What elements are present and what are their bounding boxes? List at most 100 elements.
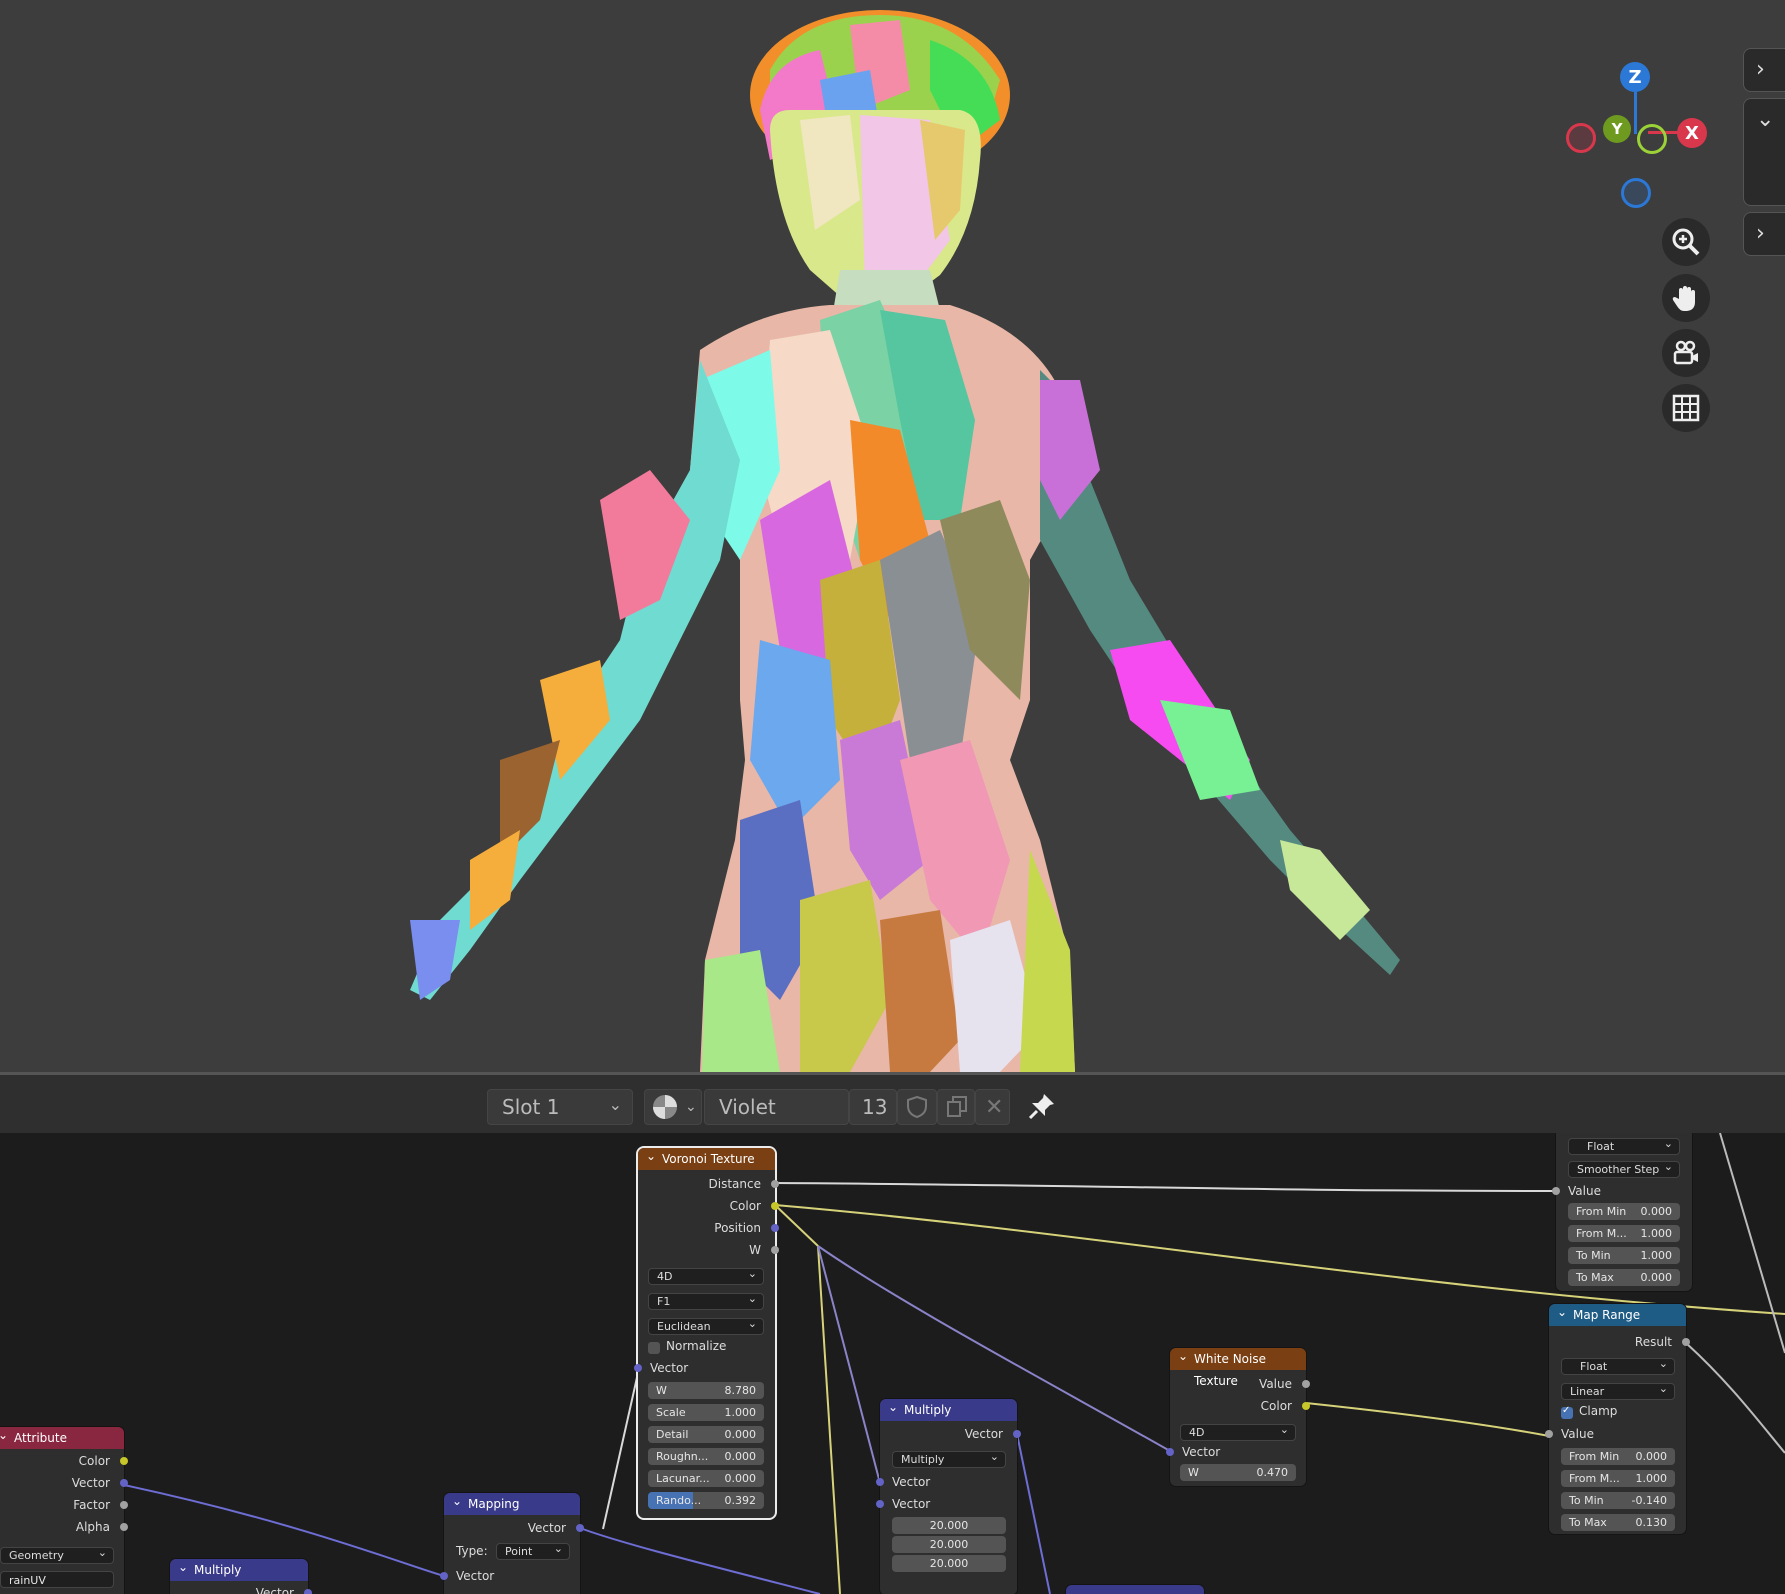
metric-select[interactable]: Euclidean [648, 1316, 764, 1335]
output-socket[interactable] [120, 1479, 128, 1487]
lacunarity-field[interactable]: Lacunar... 0.000 [648, 1470, 764, 1487]
duplicate-icon[interactable] [937, 1089, 975, 1125]
value-output: Value [1170, 1374, 1310, 1394]
output-socket[interactable] [576, 1524, 584, 1532]
material-browse-button[interactable]: ⌄ [644, 1089, 702, 1125]
input-socket[interactable] [876, 1478, 884, 1486]
randomness-field[interactable]: Rando... 0.392 [648, 1492, 764, 1509]
sidebar-tab-collapsed-2[interactable]: › [1743, 212, 1785, 256]
output-socket[interactable] [771, 1246, 779, 1254]
gizmo-neg-x[interactable] [1566, 123, 1596, 153]
to-min-field[interactable]: To Min -0.140 [1561, 1492, 1675, 1509]
from-min-field[interactable]: From Min 0.000 [1568, 1203, 1680, 1220]
to-max-field[interactable]: To Max 0.000 [1568, 1269, 1680, 1286]
y-value-field[interactable]: 20.000 [892, 1536, 1006, 1553]
gizmo-center[interactable] [1637, 124, 1667, 154]
slot-dropdown[interactable]: Slot 1 ⌄ [487, 1089, 633, 1125]
vector-input-row: Vector [440, 1566, 580, 1586]
z-value-field[interactable]: 20.000 [892, 1555, 1006, 1572]
normalize-label: Normalize [666, 1339, 727, 1353]
input-socket[interactable] [1552, 1187, 1560, 1195]
output-socket[interactable] [1302, 1402, 1310, 1410]
grid-icon[interactable] [1662, 384, 1710, 432]
camera-icon[interactable] [1662, 329, 1710, 377]
node-header[interactable] [1066, 1582, 1204, 1594]
gizmo-neg-z[interactable] [1621, 178, 1651, 208]
gizmo-x-axis[interactable]: X [1677, 118, 1707, 148]
gizmo-z-axis[interactable]: Z [1620, 62, 1650, 92]
sidebar-tab-expanded[interactable]: ⌄ [1743, 98, 1785, 206]
vector-output: Vector [880, 1424, 1021, 1444]
fake-user-shield-icon[interactable] [897, 1089, 937, 1125]
dimensions-select[interactable]: 4D [1180, 1422, 1296, 1441]
white-noise-texture-node[interactable]: White Noise Texture Value Color 4D Vecto… [1166, 1345, 1310, 1486]
output-socket[interactable] [771, 1180, 779, 1188]
unlink-close-icon[interactable]: ✕ [975, 1089, 1010, 1125]
mapping-node[interactable]: Mapping Vector Type: Point Vector [440, 1490, 584, 1594]
output-socket[interactable] [1302, 1380, 1310, 1388]
input-socket[interactable] [876, 1500, 884, 1508]
scale-field[interactable]: Scale 1.000 [648, 1404, 764, 1421]
multiply-node-2[interactable]: Multiply Vector [170, 1556, 312, 1594]
sidebar-tab-collapsed[interactable]: › [1743, 48, 1785, 92]
vector-input-row-2: Vector [876, 1494, 1017, 1514]
roughness-field[interactable]: Roughn... 0.000 [648, 1448, 764, 1465]
input-socket[interactable] [1166, 1448, 1174, 1456]
voronoi-texture-node[interactable]: Voronoi Texture Distance Color Position … [634, 1145, 779, 1518]
w-field[interactable]: W 8.780 [648, 1382, 764, 1399]
to-max-field[interactable]: To Max 0.130 [1561, 1514, 1675, 1531]
map-range-node[interactable]: Map Range Result Float Linear Clamp Valu… [1545, 1301, 1690, 1534]
output-socket[interactable] [771, 1202, 779, 1210]
node-header[interactable]: Voronoi Texture [638, 1145, 775, 1170]
input-socket[interactable] [634, 1364, 642, 1372]
normalize-checkbox[interactable] [648, 1342, 660, 1354]
output-socket[interactable] [1013, 1430, 1021, 1438]
material-name-field[interactable]: Violet [704, 1089, 849, 1125]
to-min-field[interactable]: To Min 1.000 [1568, 1247, 1680, 1264]
attribute-name-field[interactable]: rainUV [0, 1571, 114, 1588]
attribute-node[interactable]: Attribute Color Vector Factor Alpha Geom… [0, 1424, 128, 1594]
node-editor-canvas[interactable]: Float Smoother Step Value From Min0.000 … [0, 1133, 1785, 1594]
map-range-top-node[interactable]: Float Smoother Step Value From Min0.000 … [1552, 1133, 1692, 1291]
user-count-button[interactable]: 13 [849, 1089, 897, 1125]
dimensions-select[interactable]: 4D [648, 1266, 764, 1285]
3d-viewport[interactable]: Z Y X › ⌄ › [0, 0, 1785, 1072]
partial-node[interactable] [1066, 1582, 1204, 1594]
data-type-select[interactable]: Float [1561, 1356, 1675, 1375]
node-header[interactable]: Mapping [444, 1490, 580, 1515]
output-socket[interactable] [120, 1523, 128, 1531]
interpolation-select[interactable]: Linear [1561, 1381, 1675, 1400]
w-field[interactable]: W 0.470 [1180, 1464, 1296, 1481]
clamp-checkbox[interactable] [1561, 1405, 1573, 1419]
zoom-icon[interactable] [1662, 218, 1710, 266]
data-type-select[interactable]: Float [1568, 1136, 1680, 1155]
node-header[interactable]: Multiply [170, 1556, 308, 1581]
attribute-type-select[interactable]: Geometry [0, 1545, 114, 1564]
output-socket[interactable] [1682, 1338, 1690, 1346]
from-min-field[interactable]: From Min 0.000 [1561, 1448, 1675, 1465]
feature-select[interactable]: F1 [648, 1291, 764, 1310]
node-header[interactable]: Attribute [0, 1424, 124, 1449]
output-socket[interactable] [120, 1457, 128, 1465]
multiply-node[interactable]: Multiply Vector Multiply Vector Vector 2… [876, 1396, 1021, 1594]
operation-select[interactable]: Multiply [892, 1449, 1006, 1468]
gizmo-y-axis[interactable]: Y [1603, 115, 1631, 143]
node-header[interactable]: Multiply [880, 1396, 1017, 1421]
gizmo-z-line [1634, 92, 1637, 134]
from-max-field[interactable]: From M... 1.000 [1561, 1470, 1675, 1487]
mapping-type-select[interactable]: Point [496, 1541, 570, 1560]
input-socket[interactable] [1545, 1430, 1553, 1438]
slot-label: Slot 1 [502, 1095, 560, 1119]
node-header[interactable]: Map Range [1549, 1301, 1686, 1326]
detail-field[interactable]: Detail 0.000 [648, 1426, 764, 1443]
output-socket[interactable] [304, 1589, 312, 1594]
output-socket[interactable] [120, 1501, 128, 1509]
node-header[interactable]: White Noise Texture [1170, 1345, 1306, 1388]
hand-pan-icon[interactable] [1662, 274, 1710, 322]
interpolation-select[interactable]: Smoother Step [1568, 1159, 1680, 1178]
pin-icon[interactable] [1027, 1091, 1057, 1125]
output-socket[interactable] [771, 1224, 779, 1232]
x-value-field[interactable]: 20.000 [892, 1517, 1006, 1534]
from-max-field[interactable]: From M... 1.000 [1568, 1225, 1680, 1242]
input-socket[interactable] [440, 1572, 448, 1580]
